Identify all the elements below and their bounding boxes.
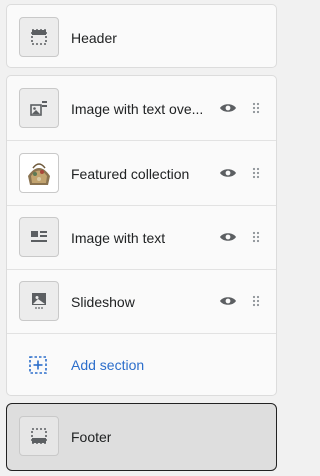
slideshow-icon	[19, 281, 59, 321]
sections-list: Image with text ove... Featured collecti…	[6, 75, 277, 396]
add-section-button[interactable]: Add section	[7, 334, 276, 398]
section-label: Image with text ove...	[71, 101, 204, 117]
eye-icon[interactable]	[219, 295, 237, 307]
eye-icon[interactable]	[219, 231, 237, 243]
section-item-image-with-text-overlay[interactable]: Image with text ove...	[7, 76, 276, 140]
drag-handle-icon[interactable]	[252, 295, 260, 307]
section-item-featured-collection[interactable]: Featured collection	[7, 141, 276, 205]
section-item-image-with-text[interactable]: Image with text	[7, 206, 276, 270]
header-label: Header	[71, 30, 117, 46]
footer-label: Footer	[71, 429, 112, 445]
product-thumbnail	[19, 153, 59, 193]
eye-icon[interactable]	[219, 102, 237, 114]
add-section-label: Add section	[71, 357, 145, 373]
footer-section-card[interactable]: Footer	[6, 403, 277, 471]
image-with-text-overlay-icon	[19, 88, 59, 128]
image-with-text-icon	[19, 217, 59, 257]
eye-icon[interactable]	[219, 167, 237, 179]
section-label: Slideshow	[71, 294, 135, 310]
header-layout-icon	[19, 17, 59, 57]
drag-handle-icon[interactable]	[252, 167, 260, 179]
drag-handle-icon[interactable]	[252, 102, 260, 114]
section-label: Featured collection	[71, 166, 190, 182]
add-section-icon	[29, 356, 47, 374]
section-item-slideshow[interactable]: Slideshow	[7, 270, 276, 334]
section-label: Image with text	[71, 230, 166, 246]
header-section-card[interactable]: Header	[6, 4, 277, 68]
footer-layout-icon	[19, 416, 59, 456]
drag-handle-icon[interactable]	[252, 231, 260, 243]
